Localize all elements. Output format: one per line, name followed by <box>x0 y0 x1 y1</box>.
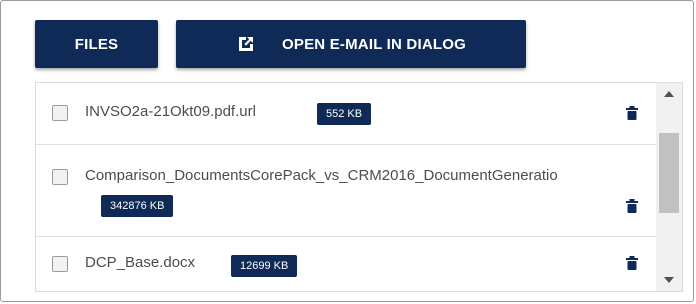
files-button[interactable]: FILES <box>35 20 158 68</box>
scrollbar-thumb[interactable] <box>659 133 679 213</box>
scroll-up-arrow-icon[interactable] <box>656 83 682 105</box>
file-list: INVSO2a-21Okt09.pdf.url 552 KB Compariso… <box>35 82 683 292</box>
file-list-rows: INVSO2a-21Okt09.pdf.url 552 KB Compariso… <box>36 83 656 291</box>
open-email-in-dialog-label: OPEN E-MAIL IN DIALOG <box>282 35 466 53</box>
trash-icon[interactable] <box>626 106 638 120</box>
file-size-badge: 342876 KB <box>101 195 174 217</box>
external-link-icon <box>236 34 256 54</box>
file-row: DCP_Base.docx 12699 KB <box>36 237 656 291</box>
files-button-label: FILES <box>74 35 119 53</box>
file-size-badge: 12699 KB <box>231 255 298 277</box>
file-name: DCP_Base.docx <box>85 254 196 271</box>
file-checkbox[interactable] <box>52 105 68 121</box>
file-checkbox[interactable] <box>52 169 68 185</box>
file-name: Comparison_DocumentsCorePack_vs_CRM2016_… <box>85 167 558 184</box>
file-row: INVSO2a-21Okt09.pdf.url 552 KB <box>36 83 656 145</box>
vertical-scrollbar[interactable] <box>656 83 682 291</box>
scroll-down-arrow-icon[interactable] <box>656 269 682 291</box>
trash-icon[interactable] <box>626 256 638 270</box>
file-row: Comparison_DocumentsCorePack_vs_CRM2016_… <box>36 145 656 237</box>
file-size-badge: 552 KB <box>317 103 372 125</box>
file-name: INVSO2a-21Okt09.pdf.url <box>85 103 256 120</box>
file-checkbox[interactable] <box>52 256 68 272</box>
trash-icon[interactable] <box>626 199 638 213</box>
open-email-in-dialog-button[interactable]: OPEN E-MAIL IN DIALOG <box>176 20 526 68</box>
attachments-panel: FILES OPEN E-MAIL IN DIALOG INVSO2a-21Ok… <box>0 0 694 302</box>
